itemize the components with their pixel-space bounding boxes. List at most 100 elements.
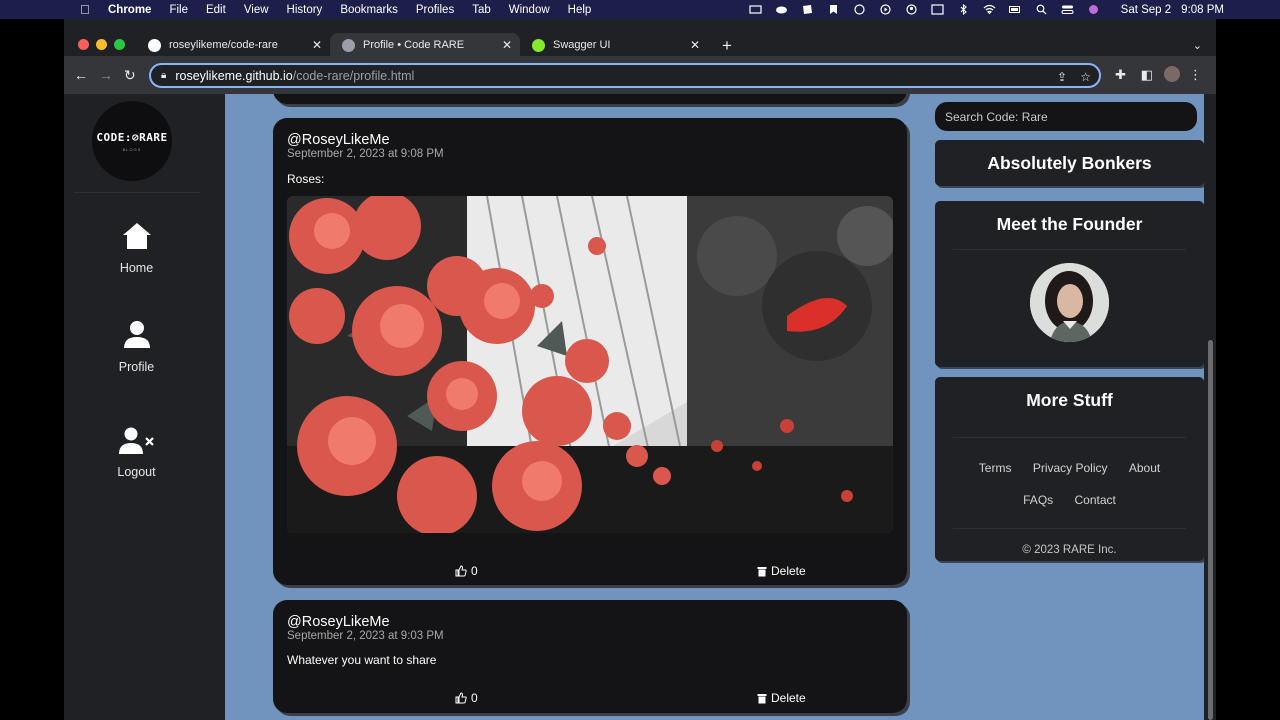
user-icon (123, 321, 150, 348)
play-circle-icon[interactable] (879, 4, 892, 15)
side-panel-icon[interactable]: ◧ (1141, 67, 1153, 83)
url-host: roseylikeme.github.io (175, 68, 293, 83)
trash-icon (757, 566, 767, 576)
banner-title: Absolutely Bonkers (987, 153, 1152, 173)
menu-bookmarks[interactable]: Bookmarks (340, 4, 398, 16)
swagger-icon (532, 38, 545, 52)
tab-github[interactable]: roseylikeme/code-rare ✕ (136, 34, 330, 56)
menu-window[interactable]: Window (509, 4, 550, 16)
search-input[interactable] (935, 102, 1197, 131)
footer-link-contact[interactable]: Contact (1075, 493, 1116, 507)
footer-link-terms[interactable]: Terms (979, 461, 1012, 475)
footer-link-faqs[interactable]: FAQs (1023, 493, 1053, 507)
bluetooth-icon[interactable] (957, 4, 970, 15)
menu-history[interactable]: History (287, 4, 323, 16)
browser-toolbar: ← → ↻ 🔒︎ roseylikeme.github.io/code-rare… (64, 56, 1216, 94)
share-icon[interactable]: ⇪ (1057, 70, 1067, 84)
tab-title: Profile • Code RARE (363, 39, 465, 51)
menu-app-name[interactable]: Chrome (108, 4, 151, 16)
sidebar-divider (74, 192, 200, 193)
profile-avatar-icon[interactable] (1164, 66, 1180, 82)
like-button[interactable]: 0 (455, 564, 478, 578)
menubar-date: Sat Sep 2 (1120, 3, 1172, 16)
close-tab-icon[interactable]: ✕ (502, 38, 512, 52)
post-author-handle[interactable]: @RoseyLikeMe (287, 132, 390, 148)
menubar-clock[interactable]: Sat Sep 2 9:08 PM (1121, 4, 1224, 16)
sidebar-item-profile[interactable]: Profile (64, 320, 209, 374)
footer-link-about[interactable]: About (1129, 461, 1160, 475)
scrollbar-thumb[interactable] (1208, 340, 1213, 720)
battery-icon[interactable] (1008, 4, 1022, 15)
extension-menubar-icon[interactable] (801, 4, 814, 15)
logo-subtext: BLOGS (122, 146, 142, 152)
post-card: @RoseyLikeMe September 2, 2023 at 9:08 P… (273, 118, 907, 585)
menu-edit[interactable]: Edit (206, 4, 226, 16)
like-button[interactable]: 0 (455, 691, 478, 705)
wifi-icon[interactable] (983, 4, 996, 15)
delete-post-button[interactable]: Delete (757, 691, 806, 705)
tab-search-chevron-icon[interactable]: ⌄ (1193, 39, 1202, 52)
page-scrollbar[interactable] (1204, 94, 1216, 720)
address-bar[interactable]: 🔒︎ roseylikeme.github.io/code-rare/profi… (149, 63, 1101, 88)
spotlight-search-icon[interactable] (1035, 4, 1048, 15)
forward-arrow-icon[interactable]: → (99, 67, 113, 83)
user-x-icon (118, 427, 154, 454)
roses-illustration (287, 196, 893, 533)
banner-card: Absolutely Bonkers (935, 140, 1204, 186)
globe-icon (342, 38, 355, 52)
bookmark-star-icon[interactable]: ☆ (1080, 70, 1091, 84)
input-source-icon[interactable] (931, 4, 944, 15)
macos-menubar:  Chrome File Edit View History Bookmark… (0, 0, 1280, 19)
new-tab-button[interactable]: + (722, 36, 732, 56)
control-center-icon[interactable] (1061, 4, 1074, 15)
browser-window: roseylikeme/code-rare ✕ Profile • Code R… (64, 19, 1216, 720)
menubar-status-area: Sat Sep 2 9:08 PM (749, 0, 1224, 19)
bookmark-menubar-icon[interactable] (827, 4, 840, 15)
window-controls (78, 39, 125, 50)
previous-post-edge (273, 94, 907, 104)
founder-card: Meet the Founder (935, 201, 1204, 367)
apple-icon[interactable]:  (80, 2, 94, 17)
tab-title: roseylikeme/code-rare (169, 39, 278, 51)
menu-file[interactable]: File (169, 4, 188, 16)
page-viewport: CODE:⊘RARE BLOGS Home Profile Logout @Ro… (64, 94, 1216, 720)
post-author-handle[interactable]: @RoseyLikeMe (287, 614, 390, 630)
like-count: 0 (471, 691, 478, 705)
sidebar-item-label: Logout (117, 465, 156, 479)
footer-links-row: Terms Privacy Policy About (935, 461, 1204, 475)
sidebar-item-label: Profile (118, 360, 155, 374)
reload-icon[interactable]: ↻ (124, 67, 136, 84)
menu-profiles[interactable]: Profiles (416, 4, 454, 16)
siri-icon[interactable] (1087, 4, 1100, 15)
tab-swagger[interactable]: Swagger UI ✕ (520, 34, 708, 56)
extensions-puzzle-icon[interactable]: ✚ (1115, 67, 1126, 83)
account-circle-icon[interactable] (905, 4, 918, 15)
founder-photo (1030, 263, 1109, 342)
site-logo[interactable]: CODE:⊘RARE BLOGS (92, 101, 172, 181)
minimize-window-button[interactable] (96, 39, 107, 50)
sidebar-item-logout[interactable]: Logout (64, 427, 209, 479)
tab-title: Swagger UI (553, 39, 611, 51)
more-menu-icon[interactable]: ⋮ (1189, 67, 1202, 83)
cloud-icon[interactable] (775, 4, 788, 15)
info-circle-icon[interactable] (853, 4, 866, 15)
close-tab-icon[interactable]: ✕ (312, 38, 322, 52)
lock-icon[interactable]: 🔒︎ (161, 70, 166, 81)
delete-label: Delete (771, 691, 806, 705)
close-window-button[interactable] (78, 39, 89, 50)
screen-record-icon[interactable] (749, 4, 762, 15)
like-count: 0 (471, 564, 478, 578)
zoom-window-button[interactable] (114, 39, 125, 50)
tab-profile[interactable]: Profile • Code RARE ✕ (330, 33, 520, 57)
close-tab-icon[interactable]: ✕ (690, 38, 700, 52)
menu-view[interactable]: View (244, 4, 269, 16)
menu-help[interactable]: Help (568, 4, 592, 16)
card-divider (953, 528, 1186, 529)
menu-tab[interactable]: Tab (472, 4, 491, 16)
footer-link-privacy[interactable]: Privacy Policy (1033, 461, 1108, 475)
sidebar-item-home[interactable]: Home (64, 221, 209, 275)
post-body: Roses: (287, 172, 325, 186)
back-arrow-icon[interactable]: ← (74, 67, 88, 83)
delete-post-button[interactable]: Delete (757, 564, 806, 578)
founder-avatar[interactable] (1030, 263, 1109, 342)
